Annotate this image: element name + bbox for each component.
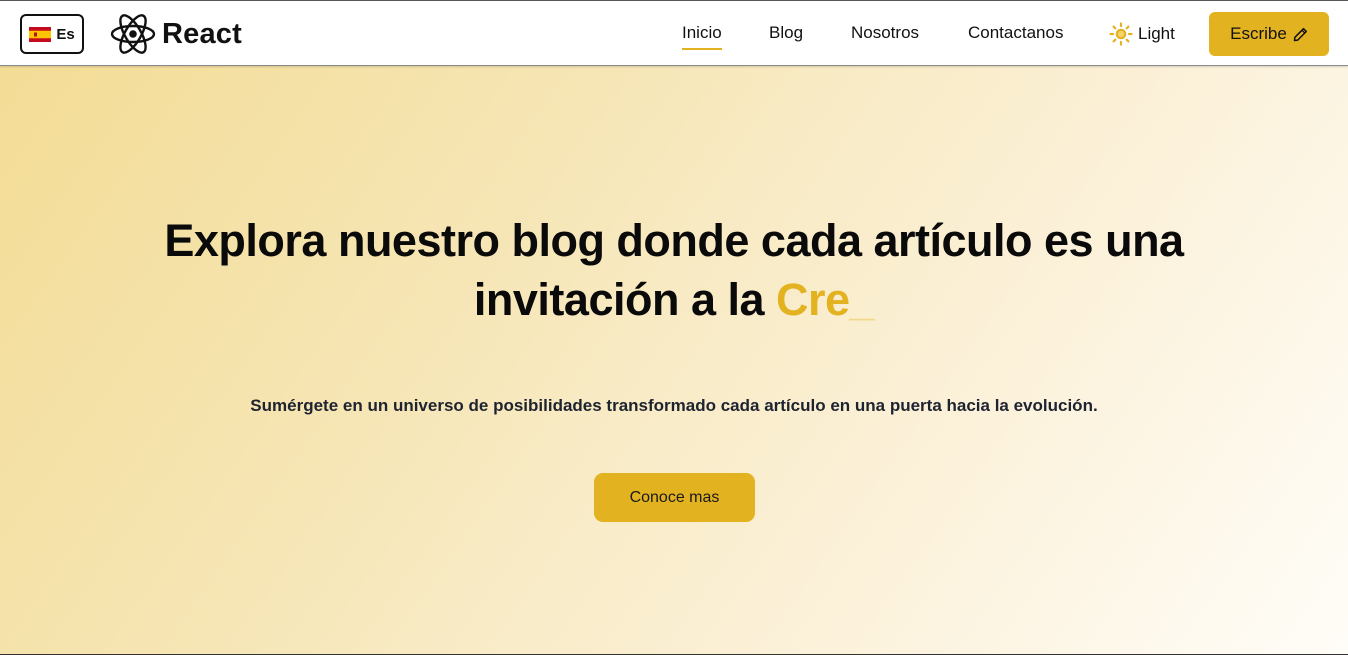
nav-item-inicio[interactable]: Inicio [682, 23, 722, 50]
hero-subtitle: Sumérgete en un universo de posibilidade… [250, 396, 1098, 415]
hero-typed-word: Cre [776, 274, 850, 325]
hero-section: Explora nuestro blog donde cada artículo… [0, 66, 1348, 655]
write-button[interactable]: Escribe [1209, 12, 1329, 56]
typing-cursor: _ [849, 274, 875, 325]
nav-item-blog[interactable]: Blog [769, 23, 803, 43]
theme-toggle[interactable]: Light [1109, 21, 1175, 47]
pencil-icon [1293, 27, 1307, 41]
nav-item-contactanos[interactable]: Contactanos [968, 23, 1063, 43]
hero-title: Explora nuestro blog donde cada artículo… [0, 211, 1348, 329]
sun-icon [1109, 22, 1133, 46]
theme-label: Light [1138, 24, 1175, 43]
write-button-label: Escribe [1230, 24, 1287, 43]
hero-title-line2-prefix: invitación a la [473, 274, 777, 325]
learn-more-button[interactable]: Conoce mas [594, 473, 755, 522]
navbar: Es React Inicio Blog Nosotros Contactano… [0, 0, 1348, 66]
learn-more-label: Conoce mas [629, 488, 720, 506]
nav-item-nosotros[interactable]: Nosotros [851, 23, 919, 43]
hero-title-line1: Explora nuestro blog donde cada artículo… [164, 215, 1184, 266]
